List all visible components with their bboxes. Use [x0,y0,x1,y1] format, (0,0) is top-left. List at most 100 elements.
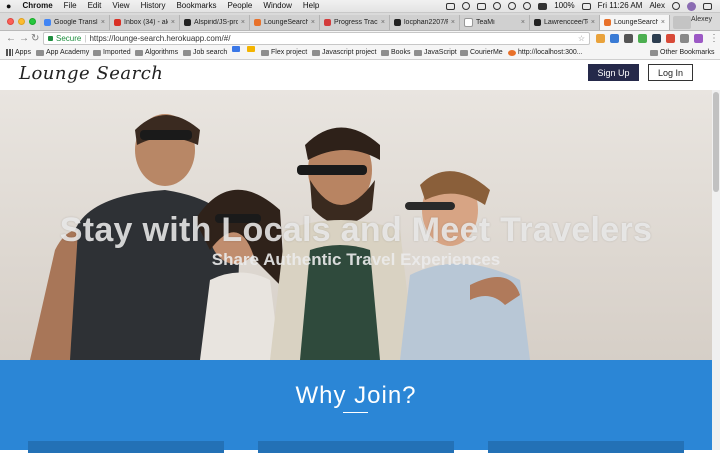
tab-close-icon[interactable]: × [661,19,665,26]
tab-close-icon[interactable]: × [101,19,105,26]
extension-key-icon[interactable] [596,34,605,43]
scrollbar-thumb[interactable] [713,92,719,192]
new-tab-button[interactable] [673,16,691,29]
tab-favicon-icon [394,19,401,26]
folder-icon [261,49,269,56]
menu-people[interactable]: People [227,0,252,12]
menu-history[interactable]: History [141,0,166,12]
menu-bookmarks[interactable]: Bookmarks [176,0,216,12]
tab-close-icon[interactable]: × [311,19,315,26]
reload-icon[interactable]: ↻ [31,32,39,45]
bookmark-label: Books [391,49,411,56]
app-menu[interactable]: Chrome [22,0,52,12]
bookmark-item[interactable]: Javascript project [312,46,376,59]
bookmark-item[interactable]: Flex project [261,46,307,59]
extension-icon[interactable] [610,34,619,43]
browser-tab[interactable]: TeaMi × [460,15,530,30]
close-window-button[interactable] [7,18,14,25]
profile-button[interactable]: Alexey [691,16,712,23]
bookmark-label: Flex project [271,49,308,56]
page-scrollbar[interactable] [712,90,720,450]
macos-menu-bar: ● Chrome File Edit View History Bookmark… [0,0,720,13]
extension-icon[interactable] [680,34,689,43]
browser-tab-strip: Google Translate×Inbox (34) - ale×Alspir… [0,13,720,31]
search-icon[interactable] [672,2,680,10]
browser-tab[interactable]: LoungeSearch × [250,15,320,30]
time-machine-icon[interactable] [493,2,502,10]
tab-favicon-icon [464,18,473,27]
browser-tab[interactable]: locphan2207/F × [390,15,460,30]
bookmark-item[interactable]: Algorithms [135,46,178,59]
menu-file[interactable]: File [64,0,77,12]
drive-bookmark-icon[interactable] [247,46,255,52]
other-bookmarks[interactable]: Other Bookmarks [650,46,714,59]
tab-close-icon[interactable]: × [241,19,245,26]
tab-close-icon[interactable]: × [591,19,595,26]
back-arrow-icon[interactable]: ← [6,32,16,45]
window-controls [7,18,36,25]
calendar-bookmark-icon[interactable] [232,46,240,52]
site-logo[interactable]: Lounge Search [19,63,163,84]
extension-icon[interactable] [624,34,633,43]
secure-label: Secure [56,34,82,43]
bookmark-item[interactable]: JavaScript [414,46,457,59]
tab-favicon-icon [254,19,261,26]
bookmark-item[interactable]: Imported [93,46,131,59]
battery-percent[interactable]: 100% [554,0,574,12]
tab-close-icon[interactable]: × [381,19,385,26]
bookmark-item[interactable]: Books [381,46,410,59]
siri-icon[interactable] [687,1,696,11]
browser-tab[interactable]: Alspirid/JS-pro × [180,15,250,30]
tab-title: LoungeSearch [614,19,658,26]
tab-close-icon[interactable]: × [171,19,175,26]
bookmark-item[interactable]: CourierMe [460,46,503,59]
extension-icon[interactable] [694,34,703,43]
tab-favicon-icon [604,19,611,26]
folder-icon [381,49,389,56]
status-icon[interactable] [462,2,471,10]
hero-subtitle: Share Authentic Travel Experiences [211,250,501,269]
menu-help[interactable]: Help [303,0,319,12]
volume-icon[interactable] [538,2,548,10]
menu-edit[interactable]: Edit [88,0,102,12]
display-icon[interactable] [477,2,487,10]
extension-icon[interactable] [666,34,675,43]
bookmark-item[interactable]: Job search [183,46,227,59]
sign-up-button[interactable]: Sign Up [588,64,639,81]
folder-icon [650,49,658,56]
notification-center-icon[interactable] [703,2,712,10]
address-bar[interactable]: Secure | https://lounge-search.herokuapp.c… [43,32,590,45]
tab-favicon-icon [324,19,331,26]
tab-close-icon[interactable]: × [521,19,525,26]
log-in-button[interactable]: Log In [648,64,693,81]
extension-icon[interactable] [638,34,647,43]
clock[interactable]: Fri 11:26 AM [598,0,643,12]
screen-icon[interactable] [446,2,456,10]
browser-tab[interactable]: LoungeSearch × [600,15,670,30]
menu-window[interactable]: Window [263,0,291,12]
forward-arrow-icon[interactable]: → [19,32,29,45]
browser-tab[interactable]: Google Translate× [40,15,110,30]
menu-view[interactable]: View [112,0,129,12]
drive-icon [247,46,255,52]
tab-title: LoungeSearch [264,19,308,26]
browser-tab[interactable]: Inbox (34) - ale × [110,15,180,30]
folder-icon [460,49,468,56]
bookmark-item[interactable]: App Academy [36,46,89,59]
bluetooth-icon[interactable] [508,2,517,10]
user-name[interactable]: Alex [649,0,665,12]
minimize-window-button[interactable] [18,18,25,25]
chrome-menu-icon[interactable]: ⋮ [709,32,719,45]
tab-close-icon[interactable]: × [451,19,455,26]
browser-tab[interactable]: Lawrenccee/Te × [530,15,600,30]
flag-icon[interactable] [581,2,591,10]
apple-menu-icon[interactable]: ● [6,0,11,12]
browser-tab[interactable]: Progress Track × [320,15,390,30]
extension-icon[interactable] [652,34,661,43]
bookmark-apps[interactable]: Apps [6,46,31,59]
bookmark-item[interactable]: http://localhost:300... [508,46,583,59]
tab-title: locphan2207/F [404,19,448,26]
wifi-icon[interactable] [523,2,532,10]
bookmark-star-icon[interactable]: ☆ [578,33,585,44]
zoom-window-button[interactable] [29,18,36,25]
